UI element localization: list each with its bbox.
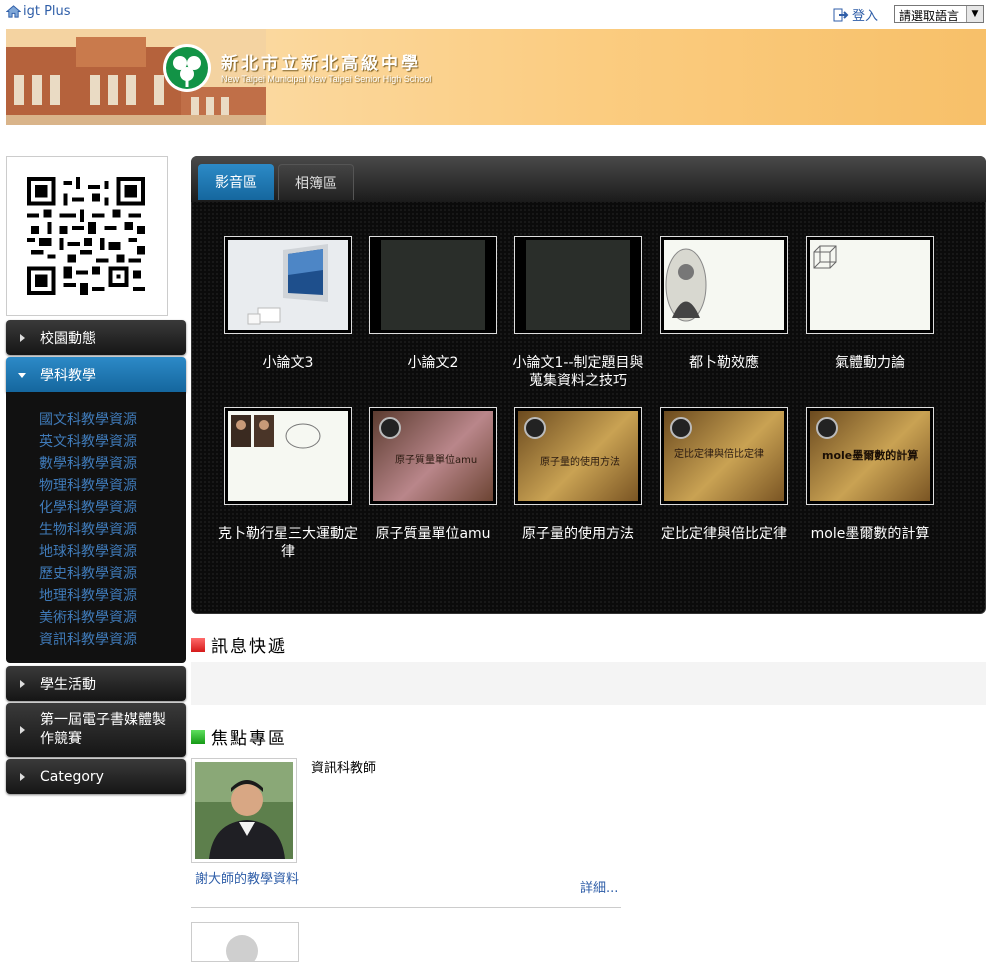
- dark-thumbnail-image: [518, 240, 638, 330]
- video-caption[interactable]: 都卜勒效應: [654, 354, 794, 372]
- chevron-right-icon: [20, 726, 25, 734]
- video-thumbnail[interactable]: [224, 407, 352, 505]
- submenu-item-biology[interactable]: 生物科教學資源: [6, 519, 186, 541]
- tab-album[interactable]: 相簿區: [278, 164, 354, 200]
- home-label: igt Plus: [23, 4, 71, 19]
- video-thumbnail[interactable]: [806, 236, 934, 334]
- video-thumbnail[interactable]: 原子質量單位amu: [369, 407, 497, 505]
- chevron-right-icon: [20, 333, 25, 342]
- video-thumbnail[interactable]: 定比定律與倍比定律: [660, 407, 788, 505]
- submenu-item-history[interactable]: 歷史科教學資源: [6, 563, 186, 585]
- qr-code-image: [27, 177, 145, 295]
- focus-title-text: 焦點專區: [211, 729, 287, 749]
- scroll-thumbnail-image: 定比定律與倍比定律: [664, 411, 784, 501]
- video-caption[interactable]: 小論文3: [218, 354, 358, 372]
- menu-ebook-contest[interactable]: 第一屆電子書媒體製作競賽: [6, 703, 186, 757]
- video-caption[interactable]: 原子質量單位amu: [363, 525, 503, 543]
- news-content-area: [191, 662, 986, 705]
- menu-label: 第一屆電子書媒體製作競賽: [40, 712, 166, 747]
- scroll-thumbnail-image: 原子量的使用方法: [518, 411, 638, 501]
- tab-video[interactable]: 影音區: [198, 164, 274, 200]
- video-thumbnail[interactable]: [514, 236, 642, 334]
- teacher-link[interactable]: 謝大師的教學資料: [195, 868, 299, 887]
- login-icon: [833, 8, 849, 21]
- chevron-right-icon: [20, 772, 25, 781]
- video-caption[interactable]: 原子量的使用方法: [508, 525, 648, 543]
- school-emblem: [163, 44, 211, 92]
- teacher-photo: [195, 762, 293, 859]
- scientists-thumbnail-image: [228, 411, 348, 501]
- video-caption[interactable]: 定比定律與倍比定律: [654, 525, 794, 543]
- video-caption[interactable]: mole墨爾數的計算: [800, 525, 940, 543]
- user-placeholder-icon: [226, 935, 258, 961]
- green-square-icon: [191, 729, 205, 744]
- submenu-item-earth-science[interactable]: 地球科教學資源: [6, 541, 186, 563]
- second-avatar[interactable]: [191, 922, 299, 962]
- login-label: 登入: [852, 9, 879, 24]
- menu-student-activities[interactable]: 學生活動: [6, 666, 186, 701]
- submenu-item-english[interactable]: 英文科教學資源: [6, 431, 186, 453]
- divider: [191, 907, 621, 908]
- teacher-avatar[interactable]: [191, 758, 297, 863]
- submenu-item-math[interactable]: 數學科教學資源: [6, 453, 186, 475]
- menu-label: 學生活動: [40, 676, 96, 693]
- dark-thumbnail-image: [373, 240, 493, 330]
- qr-code: [6, 156, 168, 316]
- language-select[interactable]: 請選取語言 ▼: [894, 5, 984, 23]
- portrait-thumbnail-image: [664, 240, 784, 330]
- language-select-value: 請選取語言: [899, 9, 960, 23]
- teacher-role: 資訊科教師: [311, 761, 377, 776]
- submenu-item-physics[interactable]: 物理科教學資源: [6, 475, 186, 497]
- thumbnail-overlay-text: 原子量的使用方法: [540, 457, 620, 468]
- chevron-right-icon: [20, 679, 25, 688]
- video-thumbnail[interactable]: [660, 236, 788, 334]
- login-link[interactable]: 登入: [833, 5, 878, 24]
- video-thumbnail[interactable]: 原子量的使用方法: [514, 407, 642, 505]
- video-thumbnail[interactable]: [224, 236, 352, 334]
- menu-label: 校園動態: [40, 330, 96, 347]
- school-name-en: New Taipei Municipal New Taipei Senior H…: [221, 74, 432, 84]
- thumbnail-overlay-text: mole墨爾數的計算: [822, 449, 919, 462]
- video-thumbnail[interactable]: mole墨爾數的計算: [806, 407, 934, 505]
- submenu-item-chemistry[interactable]: 化學科教學資源: [6, 497, 186, 519]
- scroll-thumbnail-image: 原子質量單位amu: [373, 411, 493, 501]
- menu-label: Category: [40, 768, 104, 785]
- thumbnail-overlay-text: 原子質量單位amu: [395, 455, 478, 466]
- chevron-down-icon[interactable]: ▼: [966, 6, 983, 22]
- scroll-thumbnail-image: mole墨爾數的計算: [810, 411, 930, 501]
- media-panel: 影音區 相簿區 小論文3 小論文2 小論文1--制定題目與蒐集資料之技巧 都卜勒…: [191, 156, 986, 614]
- news-title-text: 訊息快遞: [211, 637, 287, 657]
- submenu-subject-teaching: 國文科教學資源 英文科教學資源 數學科教學資源 物理科教學資源 化學科教學資源 …: [6, 392, 186, 663]
- red-square-icon: [191, 637, 205, 652]
- thumbnail-overlay-text: 定比定律與倍比定律: [674, 449, 764, 460]
- home-icon: [6, 5, 21, 18]
- menu-campus-news[interactable]: 校園動態: [6, 320, 186, 355]
- submenu-item-chinese[interactable]: 國文科教學資源: [6, 409, 186, 431]
- menu-label: 學科教學: [40, 367, 96, 384]
- chevron-down-icon: [18, 372, 26, 378]
- menu-category[interactable]: Category: [6, 759, 186, 794]
- top-bar: igt Plus 登入 請選取語言 ▼: [0, 0, 990, 28]
- video-thumbnail[interactable]: [369, 236, 497, 334]
- cube-thumbnail-image: [810, 240, 930, 330]
- video-caption[interactable]: 小論文2: [363, 354, 503, 372]
- submenu-item-geography[interactable]: 地理科教學資源: [6, 585, 186, 607]
- video-caption[interactable]: 氣體動力論: [800, 354, 940, 372]
- school-banner: 新北市立新北高級中學 New Taipei Municipal New Taip…: [6, 29, 986, 125]
- home-link[interactable]: igt Plus: [6, 4, 71, 19]
- video-caption[interactable]: 小論文1--制定題目與蒐集資料之技巧: [508, 354, 648, 390]
- monitor-thumbnail-image: [228, 240, 348, 330]
- media-tab-bar: 影音區 相簿區: [191, 156, 986, 202]
- menu-subject-teaching[interactable]: 學科教學: [6, 357, 186, 392]
- news-section-title: 訊息快遞: [191, 632, 287, 657]
- detail-link[interactable]: 詳細...: [580, 877, 618, 896]
- video-caption[interactable]: 克卜勒行星三大運動定律: [218, 525, 358, 561]
- submenu-item-art[interactable]: 美術科教學資源: [6, 607, 186, 629]
- focus-section-title: 焦點專區: [191, 724, 287, 749]
- submenu-item-it[interactable]: 資訊科教學資源: [6, 629, 186, 651]
- school-name-zh: 新北市立新北高級中學: [221, 54, 421, 74]
